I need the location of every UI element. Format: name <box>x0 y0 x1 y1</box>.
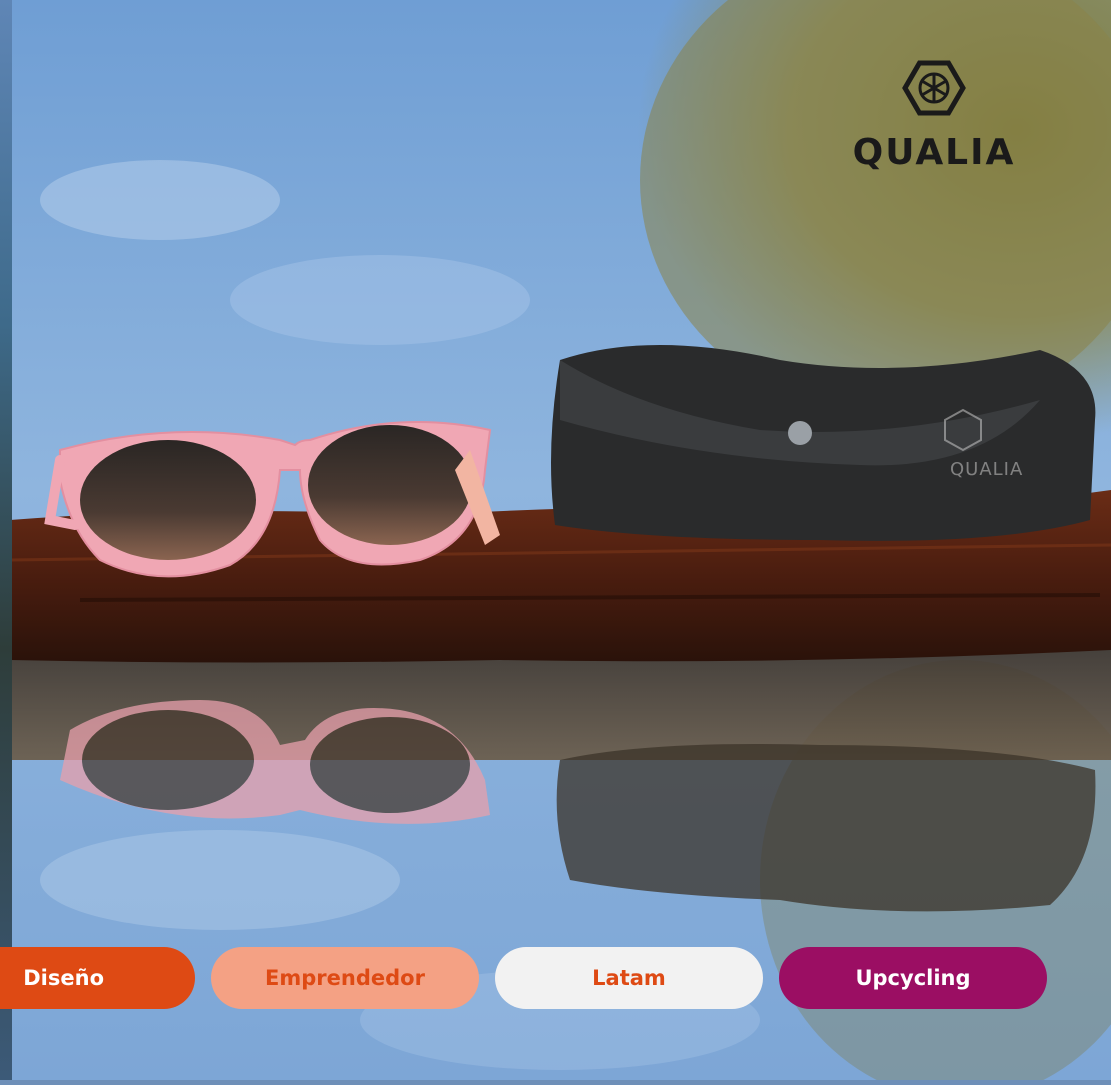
tag-bar: Diseño Emprendedor Latam Upcycling <box>0 947 1111 1009</box>
tag-upcycling[interactable]: Upcycling <box>779 947 1047 1009</box>
tag-latam[interactable]: Latam <box>495 947 763 1009</box>
tag-diseno[interactable]: Diseño <box>0 947 195 1009</box>
brand-name: QUALIA <box>852 132 1016 173</box>
tag-emprendedor[interactable]: Emprendedor <box>211 947 479 1009</box>
leather-case: QUALIA <box>551 345 1096 541</box>
case-emboss: QUALIA <box>950 459 1023 480</box>
hexagon-asterisk-icon <box>902 60 966 116</box>
brand-logo: QUALIA <box>838 58 1030 173</box>
left-edge-strip <box>0 0 12 1080</box>
